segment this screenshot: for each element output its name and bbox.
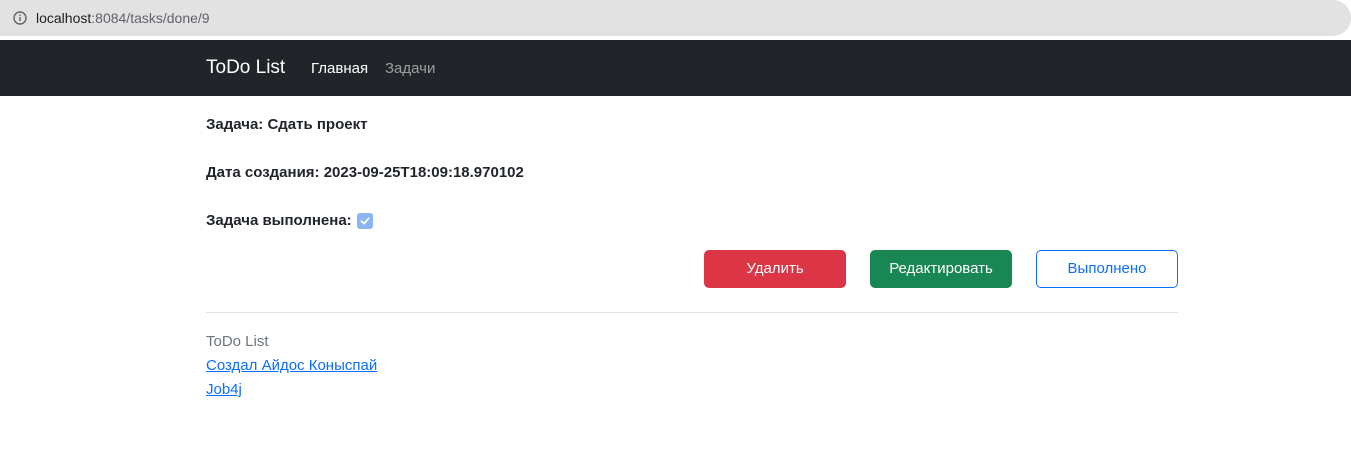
footer-divider	[206, 312, 1178, 313]
edit-button[interactable]: Редактировать	[870, 250, 1012, 288]
footer-job4j-link[interactable]: Job4j	[206, 381, 242, 399]
mark-done-button[interactable]: Выполнено	[1036, 250, 1178, 288]
footer-author-link[interactable]: Создал Айдос Коныспай	[206, 357, 377, 375]
url-host: localhost	[36, 10, 92, 26]
task-done-label: Задача выполнена:	[206, 212, 352, 229]
info-circle-icon[interactable]	[13, 11, 27, 25]
nav-link-home[interactable]: Главная	[311, 60, 368, 78]
url-path: :8084/tasks/done/9	[91, 10, 210, 26]
nav-link-tasks[interactable]: Задачи	[385, 60, 435, 78]
navbar-brand[interactable]: ToDo List	[206, 57, 285, 79]
browser-address-bar: localhost:8084/tasks/done/9	[0, 0, 1351, 40]
delete-button[interactable]: Удалить	[704, 250, 846, 288]
checkmark-icon	[360, 217, 370, 225]
task-done-row: Задача выполнена:	[206, 212, 373, 230]
url-field[interactable]: localhost:8084/tasks/done/9	[0, 0, 1351, 36]
top-navbar: ToDo List Главная Задачи	[0, 40, 1351, 96]
task-title: Задача: Сдать проект	[206, 116, 368, 133]
task-created-date: Дата создания: 2023-09-25T18:09:18.97010…	[206, 164, 524, 181]
task-done-checkbox[interactable]	[356, 213, 373, 229]
url-text[interactable]: localhost:8084/tasks/done/9	[36, 9, 210, 27]
footer-title: ToDo List	[206, 333, 269, 350]
